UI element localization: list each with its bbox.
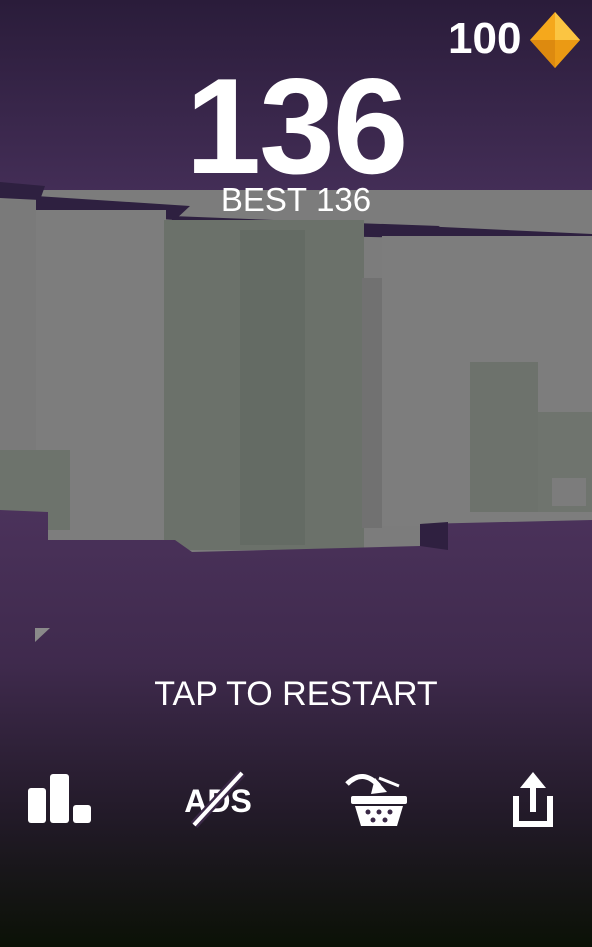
wall-panel xyxy=(362,278,382,528)
wall-panel xyxy=(0,200,36,450)
wall-panel xyxy=(552,478,586,506)
remove-ads-button[interactable]: ADS xyxy=(180,769,260,834)
share-icon xyxy=(513,772,553,827)
wall-panel xyxy=(240,230,305,545)
game-screen[interactable]: 100 136 BEST136 TAP TO RESTART ADS xyxy=(0,0,592,947)
wall-panel xyxy=(470,362,538,512)
shop-button[interactable] xyxy=(341,770,421,834)
floor-step xyxy=(420,522,448,550)
restart-prompt[interactable]: TAP TO RESTART xyxy=(0,674,592,714)
floor xyxy=(0,510,592,947)
no-ads-icon: ADS xyxy=(184,769,252,829)
best-score: BEST 136 xyxy=(0,180,592,220)
score: 136 xyxy=(185,50,409,202)
gem-count: 100 xyxy=(448,14,522,63)
leaderboard-button[interactable] xyxy=(22,770,102,834)
best-value: 136 xyxy=(316,181,372,218)
best-label: BEST xyxy=(220,181,308,218)
basket-icon xyxy=(345,774,407,826)
leaderboard-icon xyxy=(28,774,91,823)
share-button[interactable] xyxy=(494,770,574,834)
